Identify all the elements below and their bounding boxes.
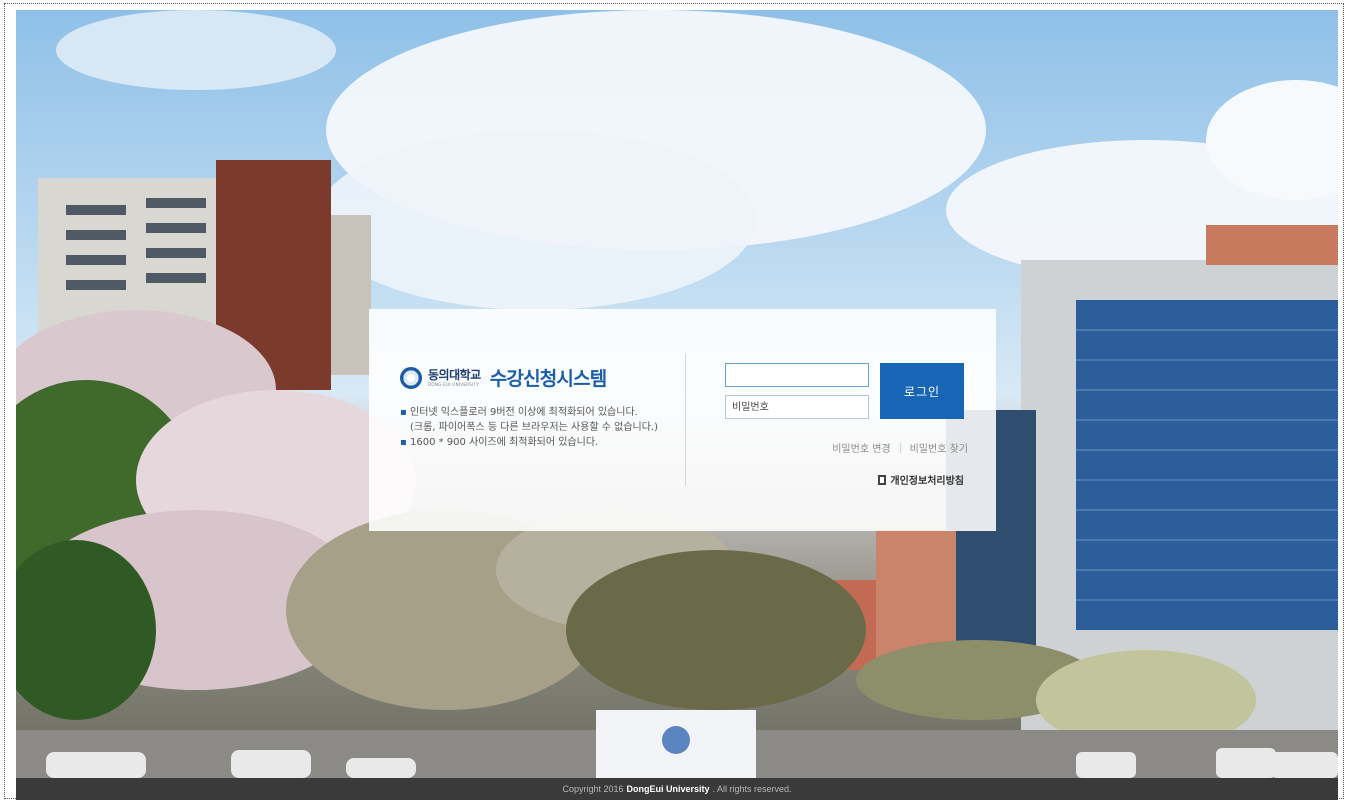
find-password-link[interactable]: 비밀번호 찾기 (910, 440, 968, 455)
logo-row: 동의대학교 DONG-EUI UNIVERSITY 수강신청시스템 (400, 364, 608, 391)
password-input[interactable] (725, 395, 869, 419)
copyright-prefix: Copyright 2016 (562, 784, 624, 794)
note-text: (크롬, 파이어폭스 등 다른 브라우저는 사용할 수 없습니다.) (410, 422, 659, 433)
note-item: ▪ 1600 * 900 사이즈에 최적화되어 있습니다. (400, 435, 658, 450)
privacy-policy-label: 개인정보처리방침 (890, 476, 964, 487)
panel-divider (685, 354, 686, 486)
login-panel: 동의대학교 DONG-EUI UNIVERSITY 수강신청시스템 ▪ 인터넷 … (369, 309, 996, 531)
copyright-brand: DongEui University (626, 784, 710, 794)
privacy-policy-link[interactable]: 개인정보처리방침 (878, 472, 964, 487)
link-separator (899, 442, 901, 453)
note-item: (크롬, 파이어폭스 등 다른 브라우저는 사용할 수 없습니다.) (400, 420, 658, 435)
document-icon (878, 474, 887, 485)
bullet-icon: ▪ (400, 437, 407, 448)
footer: Copyright 2016 DongEui University . All … (16, 778, 1338, 800)
login-button[interactable]: 로그인 (880, 363, 964, 419)
browser-notes: ▪ 인터넷 익스플로러 9버전 이상에 최적화되어 있습니다. (크롬, 파이어… (400, 405, 658, 450)
note-text: 1600 * 900 사이즈에 최적화되어 있습니다. (410, 437, 599, 448)
system-title: 수강신청시스템 (489, 368, 608, 390)
university-name: 동의대학교 (428, 367, 481, 382)
user-id-input[interactable] (725, 363, 869, 387)
university-emblem-icon (400, 366, 422, 389)
bullet-icon: ▪ (400, 407, 407, 418)
university-logo: 동의대학교 DONG-EUI UNIVERSITY (428, 369, 481, 387)
copyright-suffix: . All rights reserved. (712, 784, 792, 794)
password-links: 비밀번호 변경 비밀번호 찾기 (832, 440, 968, 455)
note-item: ▪ 인터넷 익스플로러 9버전 이상에 최적화되어 있습니다. (400, 405, 658, 420)
change-password-link[interactable]: 비밀번호 변경 (832, 440, 890, 455)
university-name-en: DONG-EUI UNIVERSITY (428, 381, 480, 387)
note-text: 인터넷 익스플로러 9버전 이상에 최적화되어 있습니다. (410, 407, 638, 418)
